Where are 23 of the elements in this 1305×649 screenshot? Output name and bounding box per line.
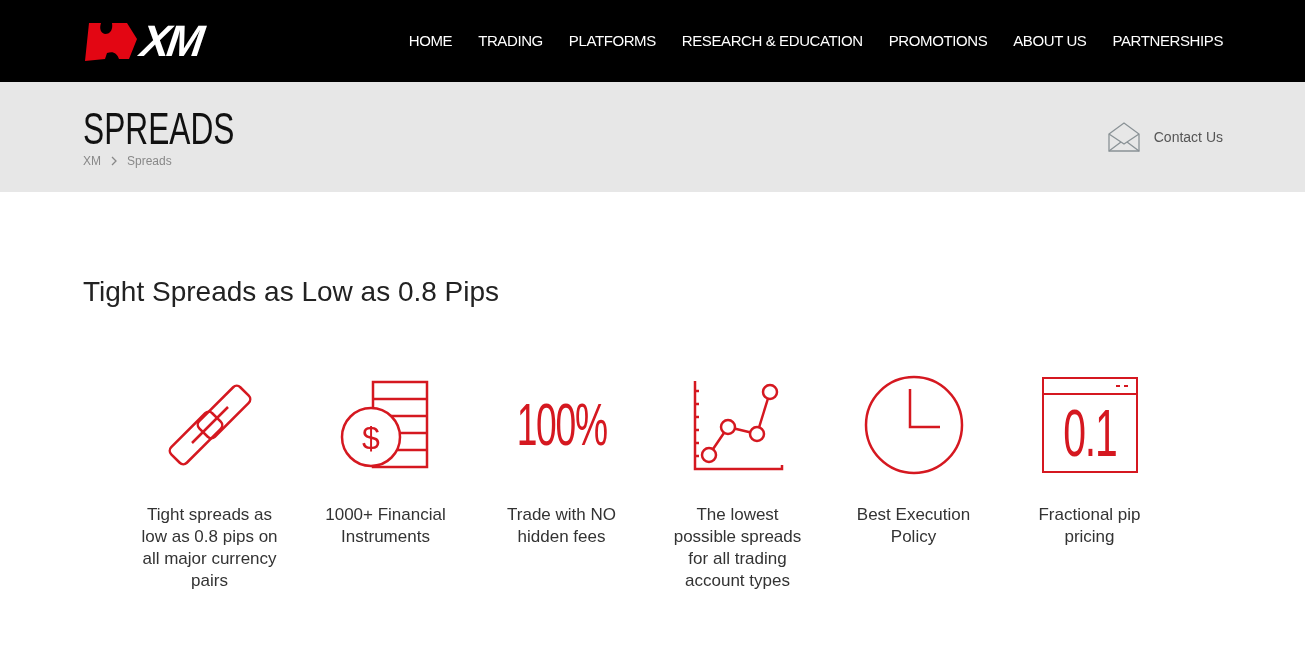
contact-link[interactable]: Contact Us — [1107, 122, 1223, 152]
bull-logo-icon — [83, 21, 139, 61]
chevron-right-icon — [111, 156, 117, 166]
nav-link[interactable]: PROMOTIONS — [888, 29, 988, 53]
window-icon: 0.1 — [1041, 377, 1138, 473]
page-title: SPREADS — [83, 106, 235, 152]
nav-link[interactable]: TRADING — [478, 29, 543, 53]
feature-caption: Tight spreads as low as 0.8 pips on all major currency pairs — [140, 504, 279, 592]
feature-caption: Best Execution Policy — [855, 504, 972, 548]
nav-link[interactable]: ABOUT US — [1013, 29, 1087, 53]
feature-caption: The lowest possible spreads for all trading account types — [672, 504, 803, 592]
nav-link[interactable]: RESEARCH & EDUCATION — [681, 29, 863, 53]
feature-caption: Trade with NO hidden fees — [506, 504, 617, 548]
section-heading: Tight Spreads as Low as 0.8 Pips — [83, 276, 501, 308]
nav-link[interactable]: HOME — [408, 29, 453, 53]
percent-icon: 100% — [516, 395, 607, 455]
envelope-icon — [1107, 122, 1140, 152]
nav-link[interactable]: PARTNERSHIPS — [1112, 29, 1223, 53]
feature-caption: 1000+ Financial Instruments — [324, 504, 447, 548]
nav-link[interactable]: PLATFORMS — [568, 29, 656, 53]
logo-text[interactable]: XM — [137, 19, 205, 63]
feature-caption: Fractional pip pricing — [1037, 504, 1142, 548]
clock-icon — [862, 374, 965, 476]
